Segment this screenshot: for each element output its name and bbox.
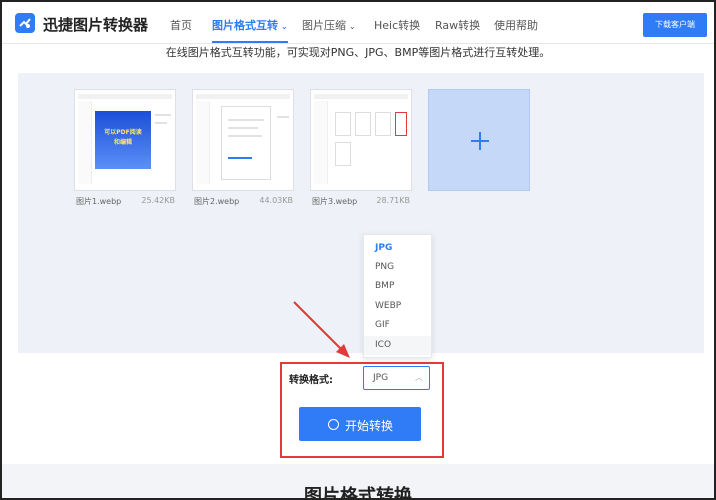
thumbnail-toolbar xyxy=(314,94,408,99)
format-option-gif[interactable]: GIF xyxy=(364,316,431,335)
thumbnail-3[interactable] xyxy=(310,89,412,191)
thumbnail-sidebar xyxy=(196,101,210,184)
start-convert-label: 开始转换 xyxy=(345,419,394,433)
thumbnail-text-line xyxy=(228,119,264,121)
nav-heic-label: Heic转换 xyxy=(374,19,421,32)
format-option-bmp[interactable]: BMP xyxy=(364,277,431,296)
nav-home[interactable]: 首页 xyxy=(170,17,192,33)
start-convert-button[interactable]: 开始转换 xyxy=(299,407,421,441)
nav-compress[interactable]: 图片压缩 ⌄ xyxy=(302,17,356,33)
thumbnail-text-line xyxy=(277,116,289,118)
nav-heic[interactable]: Heic转换 xyxy=(374,17,420,33)
download-client-button[interactable]: 下载客户端 xyxy=(643,13,707,37)
upload-area[interactable]: 可以PDF阅读 和编辑 图片1.webp 25.42KB 图片2.webp 44… xyxy=(18,73,704,353)
nav-help[interactable]: 使用帮助 xyxy=(494,17,538,33)
format-option-ico[interactable]: ICO xyxy=(364,336,431,355)
chevron-down-icon: ⌄ xyxy=(281,22,288,31)
thumbnail-page xyxy=(355,112,371,136)
thumbnail-highlight xyxy=(228,157,252,159)
nav-home-label: 首页 xyxy=(170,19,192,32)
promo-banner: 可以PDF阅读 和编辑 xyxy=(95,111,151,169)
top-header: 迅捷图片转换器 首页 图片格式互转 ⌄ 图片压缩 ⌄ Heic转换 Raw转换 使用… xyxy=(2,2,714,44)
add-image-button[interactable] xyxy=(428,89,530,191)
page-subtitle: 在线图片格式互转功能，可实现对PNG、JPG、BMP等图片格式进行互转处理。 xyxy=(165,46,551,59)
format-option-webp[interactable]: WEBP xyxy=(364,297,431,316)
loading-circle-icon xyxy=(328,419,339,430)
nav-format-convert-label: 图片格式互转 xyxy=(212,19,278,32)
thumbnail-text-line xyxy=(155,122,167,124)
nav-help-label: 使用帮助 xyxy=(494,19,538,32)
promo-line-2: 和编辑 xyxy=(113,139,132,146)
thumbnail-page xyxy=(335,112,351,136)
format-dropdown-menu: JPG PNG BMP WEBP GIF ICO xyxy=(363,234,432,358)
thumbnail-text-line xyxy=(228,127,258,129)
thumbnail-page xyxy=(375,112,391,136)
thumbnail-sidebar xyxy=(314,101,328,184)
nav-raw[interactable]: Raw转换 xyxy=(435,17,480,33)
thumbnail-text-line xyxy=(155,114,171,116)
thumbnail-toolbar xyxy=(78,94,172,99)
logo-icon[interactable] xyxy=(15,13,35,33)
format-option-png[interactable]: PNG xyxy=(364,258,431,277)
format-select[interactable]: JPG ︿ xyxy=(363,366,430,390)
chevron-down-icon: ⌄ xyxy=(349,22,356,31)
thumbnail-2[interactable] xyxy=(192,89,294,191)
section-title: 图片格式转换 xyxy=(304,486,412,498)
format-option-jpg[interactable]: JPG xyxy=(364,239,431,258)
nav-compress-label: 图片压缩 xyxy=(302,19,346,32)
thumbnail-1[interactable]: 可以PDF阅读 和编辑 xyxy=(74,89,176,191)
nav-format-convert[interactable]: 图片格式互转 ⌄ xyxy=(212,17,288,43)
feature-section: 图片格式转换 xyxy=(2,464,714,498)
thumbnail-text-line xyxy=(228,135,262,137)
thumbnail-document xyxy=(221,106,271,180)
format-label: 转换格式: xyxy=(289,375,333,386)
thumbnail-2-size: 44.03KB xyxy=(259,196,293,205)
chevron-up-icon: ︿ xyxy=(415,373,423,382)
brand-name[interactable]: 迅捷图片转换器 xyxy=(43,14,148,35)
thumbnail-3-size: 28.71KB xyxy=(376,196,410,205)
thumbnail-page xyxy=(335,142,351,166)
thumbnail-page xyxy=(395,112,407,136)
main-content: 在线图片格式互转功能，可实现对PNG、JPG、BMP等图片格式进行互转处理。 可… xyxy=(2,44,714,464)
thumbnail-toolbar xyxy=(196,94,290,99)
promo-line-1: 可以PDF阅读 xyxy=(104,129,142,136)
format-select-value: JPG xyxy=(373,373,389,383)
thumbnail-1-size: 25.42KB xyxy=(141,196,175,205)
nav-raw-label: Raw转换 xyxy=(435,19,481,32)
thumbnail-sidebar xyxy=(78,101,92,184)
annotation-arrow-icon xyxy=(293,301,350,358)
plus-icon xyxy=(479,132,481,150)
